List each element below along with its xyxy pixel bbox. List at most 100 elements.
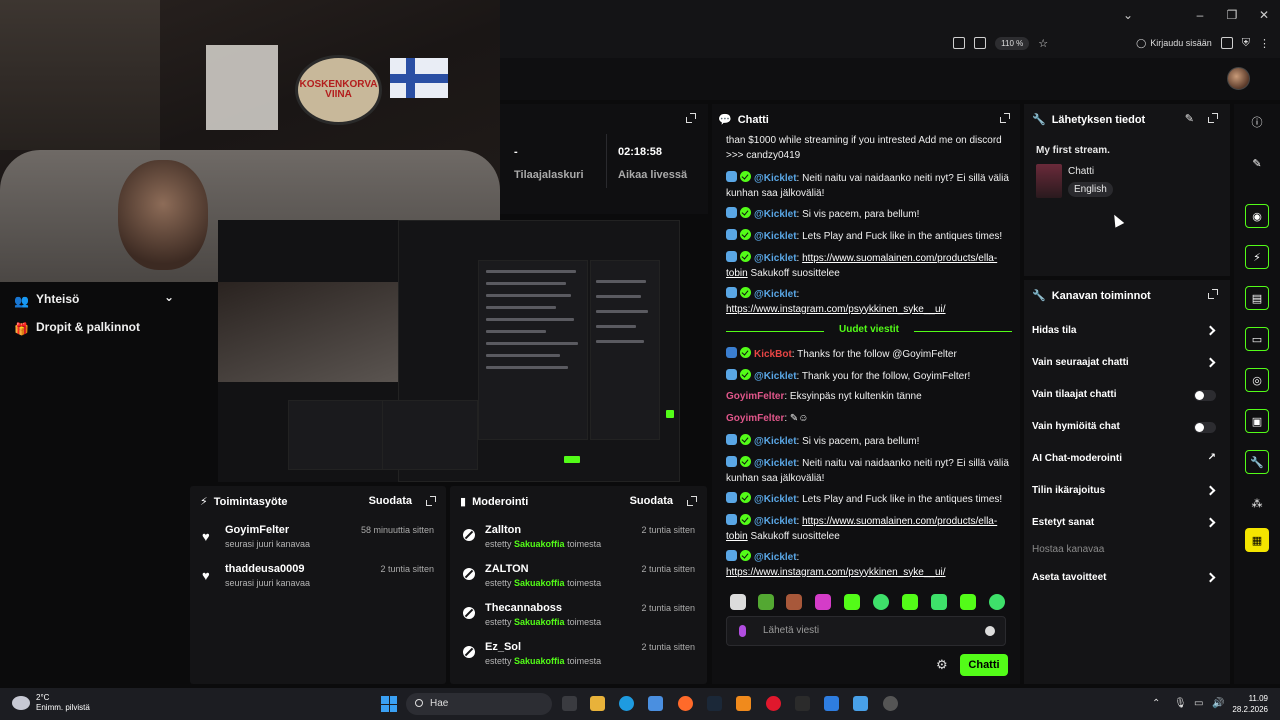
chat-username[interactable]: GoyimFelter [726, 391, 784, 402]
emote-icon[interactable] [931, 594, 947, 610]
camera-icon[interactable]: ◉ [1245, 204, 1269, 228]
more-menu-icon[interactable]: ⋮ [1259, 37, 1270, 50]
expand-icon[interactable] [1208, 113, 1218, 123]
taskbar-search[interactable]: Hae [406, 693, 552, 715]
chat-link[interactable]: https://www.instagram.com/psyykkinen_syk… [726, 304, 946, 315]
zoom-indicator[interactable]: 110 % [995, 36, 1030, 50]
host-channel-item[interactable]: Hostaa kanavaa [1032, 544, 1222, 558]
expand-icon[interactable] [686, 113, 696, 123]
chat-username[interactable]: @Kicklet [754, 289, 797, 300]
send-chat-button[interactable]: Chatti [960, 654, 1008, 676]
pencil-icon[interactable]: ✎ [1245, 151, 1269, 175]
chat-username[interactable]: GoyimFelter [726, 413, 784, 424]
blocked-words-item[interactable]: Estetyt sanat [1032, 517, 1222, 531]
volume-icon[interactable]: 🔊 [1212, 698, 1224, 709]
expand-icon[interactable] [687, 496, 697, 506]
document-icon[interactable]: ▤ [1245, 286, 1269, 310]
banned-user[interactable]: ZALTON [485, 563, 529, 575]
chat-icon[interactable]: ▭ [1245, 327, 1269, 351]
microphone-icon[interactable]: 🎙 [1174, 698, 1187, 709]
emote-icon[interactable] [815, 594, 831, 610]
subscribers-only-toggle[interactable] [1194, 390, 1216, 401]
chat-username[interactable]: @Kicklet [754, 231, 797, 242]
filter-button[interactable]: Suodata [369, 495, 412, 507]
stream-preview[interactable] [218, 220, 680, 482]
clapperboard-icon[interactable]: ▦ [1245, 528, 1269, 552]
moderator-name[interactable]: Sakuakoffia [514, 539, 565, 549]
network-icon[interactable]: ▭ [1194, 698, 1203, 709]
tab-list-icon[interactable]: ⌄ [1112, 0, 1144, 30]
notepad-icon[interactable] [853, 696, 868, 711]
shield-icon[interactable]: ⛨ [1242, 37, 1250, 50]
chat-link[interactable]: https://www.instagram.com/psyykkinen_syk… [726, 567, 946, 578]
expand-icon[interactable] [1208, 289, 1218, 299]
chat-username[interactable]: @Kicklet [754, 552, 797, 563]
banned-user[interactable]: Ez_Sol [485, 641, 521, 653]
microphone-icon[interactable] [739, 625, 746, 637]
chat-username[interactable]: @Kicklet [754, 436, 797, 447]
photos-icon[interactable] [824, 696, 839, 711]
obs-icon[interactable] [883, 696, 898, 711]
chat-username[interactable]: @Kicklet [754, 371, 797, 382]
windows-start-icon[interactable] [381, 696, 397, 712]
expand-icon[interactable] [1000, 113, 1010, 123]
follower-name[interactable]: GoyimFelter [225, 524, 289, 536]
steam-icon[interactable] [707, 696, 722, 711]
gear-icon[interactable]: ⚙ [936, 657, 948, 673]
moderator-name[interactable]: Sakuakoffia [514, 578, 565, 588]
sidebar-item-community[interactable]: 👥 Yhteisö ⌄ [14, 290, 174, 308]
picture-in-picture-icon[interactable] [953, 37, 966, 49]
lightning-icon[interactable]: ⚡ [1245, 245, 1269, 269]
age-restriction-item[interactable]: Tilin ikärajoitus [1032, 485, 1222, 499]
expand-icon[interactable] [426, 496, 436, 506]
chevron-up-icon[interactable]: ⌃ [1152, 698, 1160, 709]
banned-user[interactable]: Zallton [485, 524, 521, 536]
emote-icon[interactable] [902, 594, 918, 610]
emote-icon[interactable] [989, 594, 1005, 610]
moderation-icon[interactable]: ▣ [1245, 409, 1269, 433]
ai-moderation-item[interactable]: AI Chat-moderointi ↗ [1032, 452, 1222, 467]
chat-username[interactable]: @Kicklet [754, 516, 797, 527]
edge-icon[interactable] [619, 696, 634, 711]
emote-icon[interactable] [873, 594, 889, 610]
sidebar-item-drops[interactable]: 🎁 Dropit & palkinnot [14, 320, 140, 336]
terminal-icon[interactable] [795, 696, 810, 711]
vlc-icon[interactable] [736, 696, 751, 711]
chat-username[interactable]: @Kicklet [754, 458, 797, 469]
weather-widget[interactable]: 2°C Enimm. pilvistä [12, 693, 90, 713]
task-view-icon[interactable] [562, 696, 577, 711]
edit-icon[interactable]: ✎ [1185, 112, 1194, 125]
extensions-icon[interactable] [1220, 37, 1233, 49]
chat-username[interactable]: @Kicklet [754, 173, 797, 184]
chat-username[interactable]: @Kicklet [754, 209, 797, 220]
opera-icon[interactable] [766, 696, 781, 711]
moderator-name[interactable]: Sakuakoffia [514, 656, 565, 666]
favorite-star-icon[interactable]: ☆ [1038, 37, 1048, 50]
banned-user[interactable]: Thecannaboss [485, 602, 562, 614]
login-button[interactable]: ◯ Kirjaudu sisään [1136, 38, 1212, 49]
chat-username[interactable]: KickBot [754, 349, 792, 360]
emote-icon[interactable] [844, 594, 860, 610]
set-goals-item[interactable]: Aseta tavoitteet [1032, 572, 1222, 586]
restore-icon[interactable]: ❐ [1216, 0, 1248, 30]
followers-only-item[interactable]: Vain seuraajat chatti [1032, 357, 1222, 371]
store-icon[interactable] [648, 696, 663, 711]
emote-icon[interactable] [758, 594, 774, 610]
chat-username[interactable]: @Kicklet [754, 494, 797, 505]
file-explorer-icon[interactable] [590, 696, 605, 711]
firefox-icon[interactable] [678, 696, 693, 711]
emote-icon[interactable] [960, 594, 976, 610]
close-icon[interactable]: ✕ [1248, 0, 1280, 30]
avatar[interactable] [1227, 67, 1250, 90]
clock[interactable]: 11.09 28.2.2026 [1232, 693, 1268, 715]
share-icon[interactable]: ⁂ [1245, 491, 1269, 515]
minimize-icon[interactable]: – [1184, 0, 1216, 30]
emote-icon[interactable] [786, 594, 802, 610]
emotes-only-toggle[interactable] [1194, 422, 1216, 433]
follower-name[interactable]: thaddeusa0009 [225, 563, 304, 575]
filter-button[interactable]: Suodata [630, 495, 673, 507]
moderator-name[interactable]: Sakuakoffia [514, 617, 565, 627]
slow-mode-item[interactable]: Hidas tila [1032, 325, 1222, 339]
emoji-icon[interactable] [985, 626, 995, 636]
chat-input[interactable]: Lähetä viesti [726, 616, 1006, 646]
